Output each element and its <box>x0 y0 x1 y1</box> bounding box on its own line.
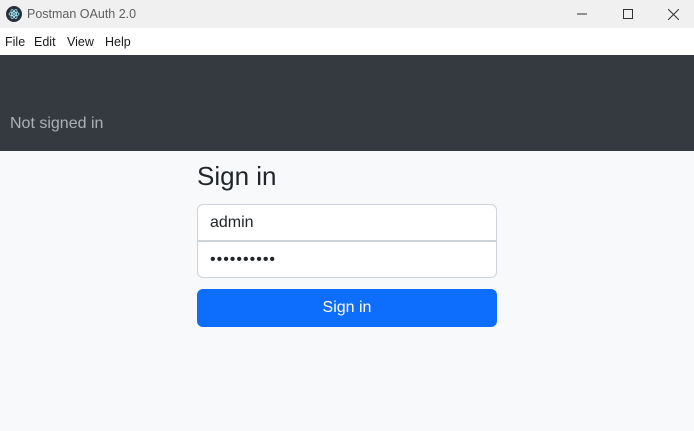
menu-file[interactable]: File <box>5 35 25 49</box>
window-title: Postman OAuth 2.0 <box>27 7 137 21</box>
title-bar: Postman OAuth 2.0 <box>0 0 694 28</box>
menu-help[interactable]: Help <box>105 35 131 49</box>
close-icon <box>667 8 679 20</box>
signin-button[interactable]: Sign in <box>197 289 497 327</box>
signin-heading: Sign in <box>197 161 277 191</box>
maximize-button[interactable] <box>605 0 651 28</box>
password-input[interactable] <box>197 241 497 278</box>
close-button[interactable] <box>650 0 694 28</box>
minimize-button[interactable] <box>559 0 605 28</box>
username-input[interactable] <box>197 204 497 241</box>
menu-view[interactable]: View <box>67 35 94 49</box>
menu-edit[interactable]: Edit <box>34 35 56 49</box>
minimize-icon <box>577 13 587 15</box>
electron-logo-icon <box>6 6 22 22</box>
signin-panel: Sign in Sign in <box>0 151 694 431</box>
auth-status-text: Not signed in <box>10 115 104 132</box>
maximize-icon <box>623 9 633 19</box>
menu-bar: File Edit View Help <box>0 28 694 55</box>
navbar: Not signed in <box>0 55 694 151</box>
